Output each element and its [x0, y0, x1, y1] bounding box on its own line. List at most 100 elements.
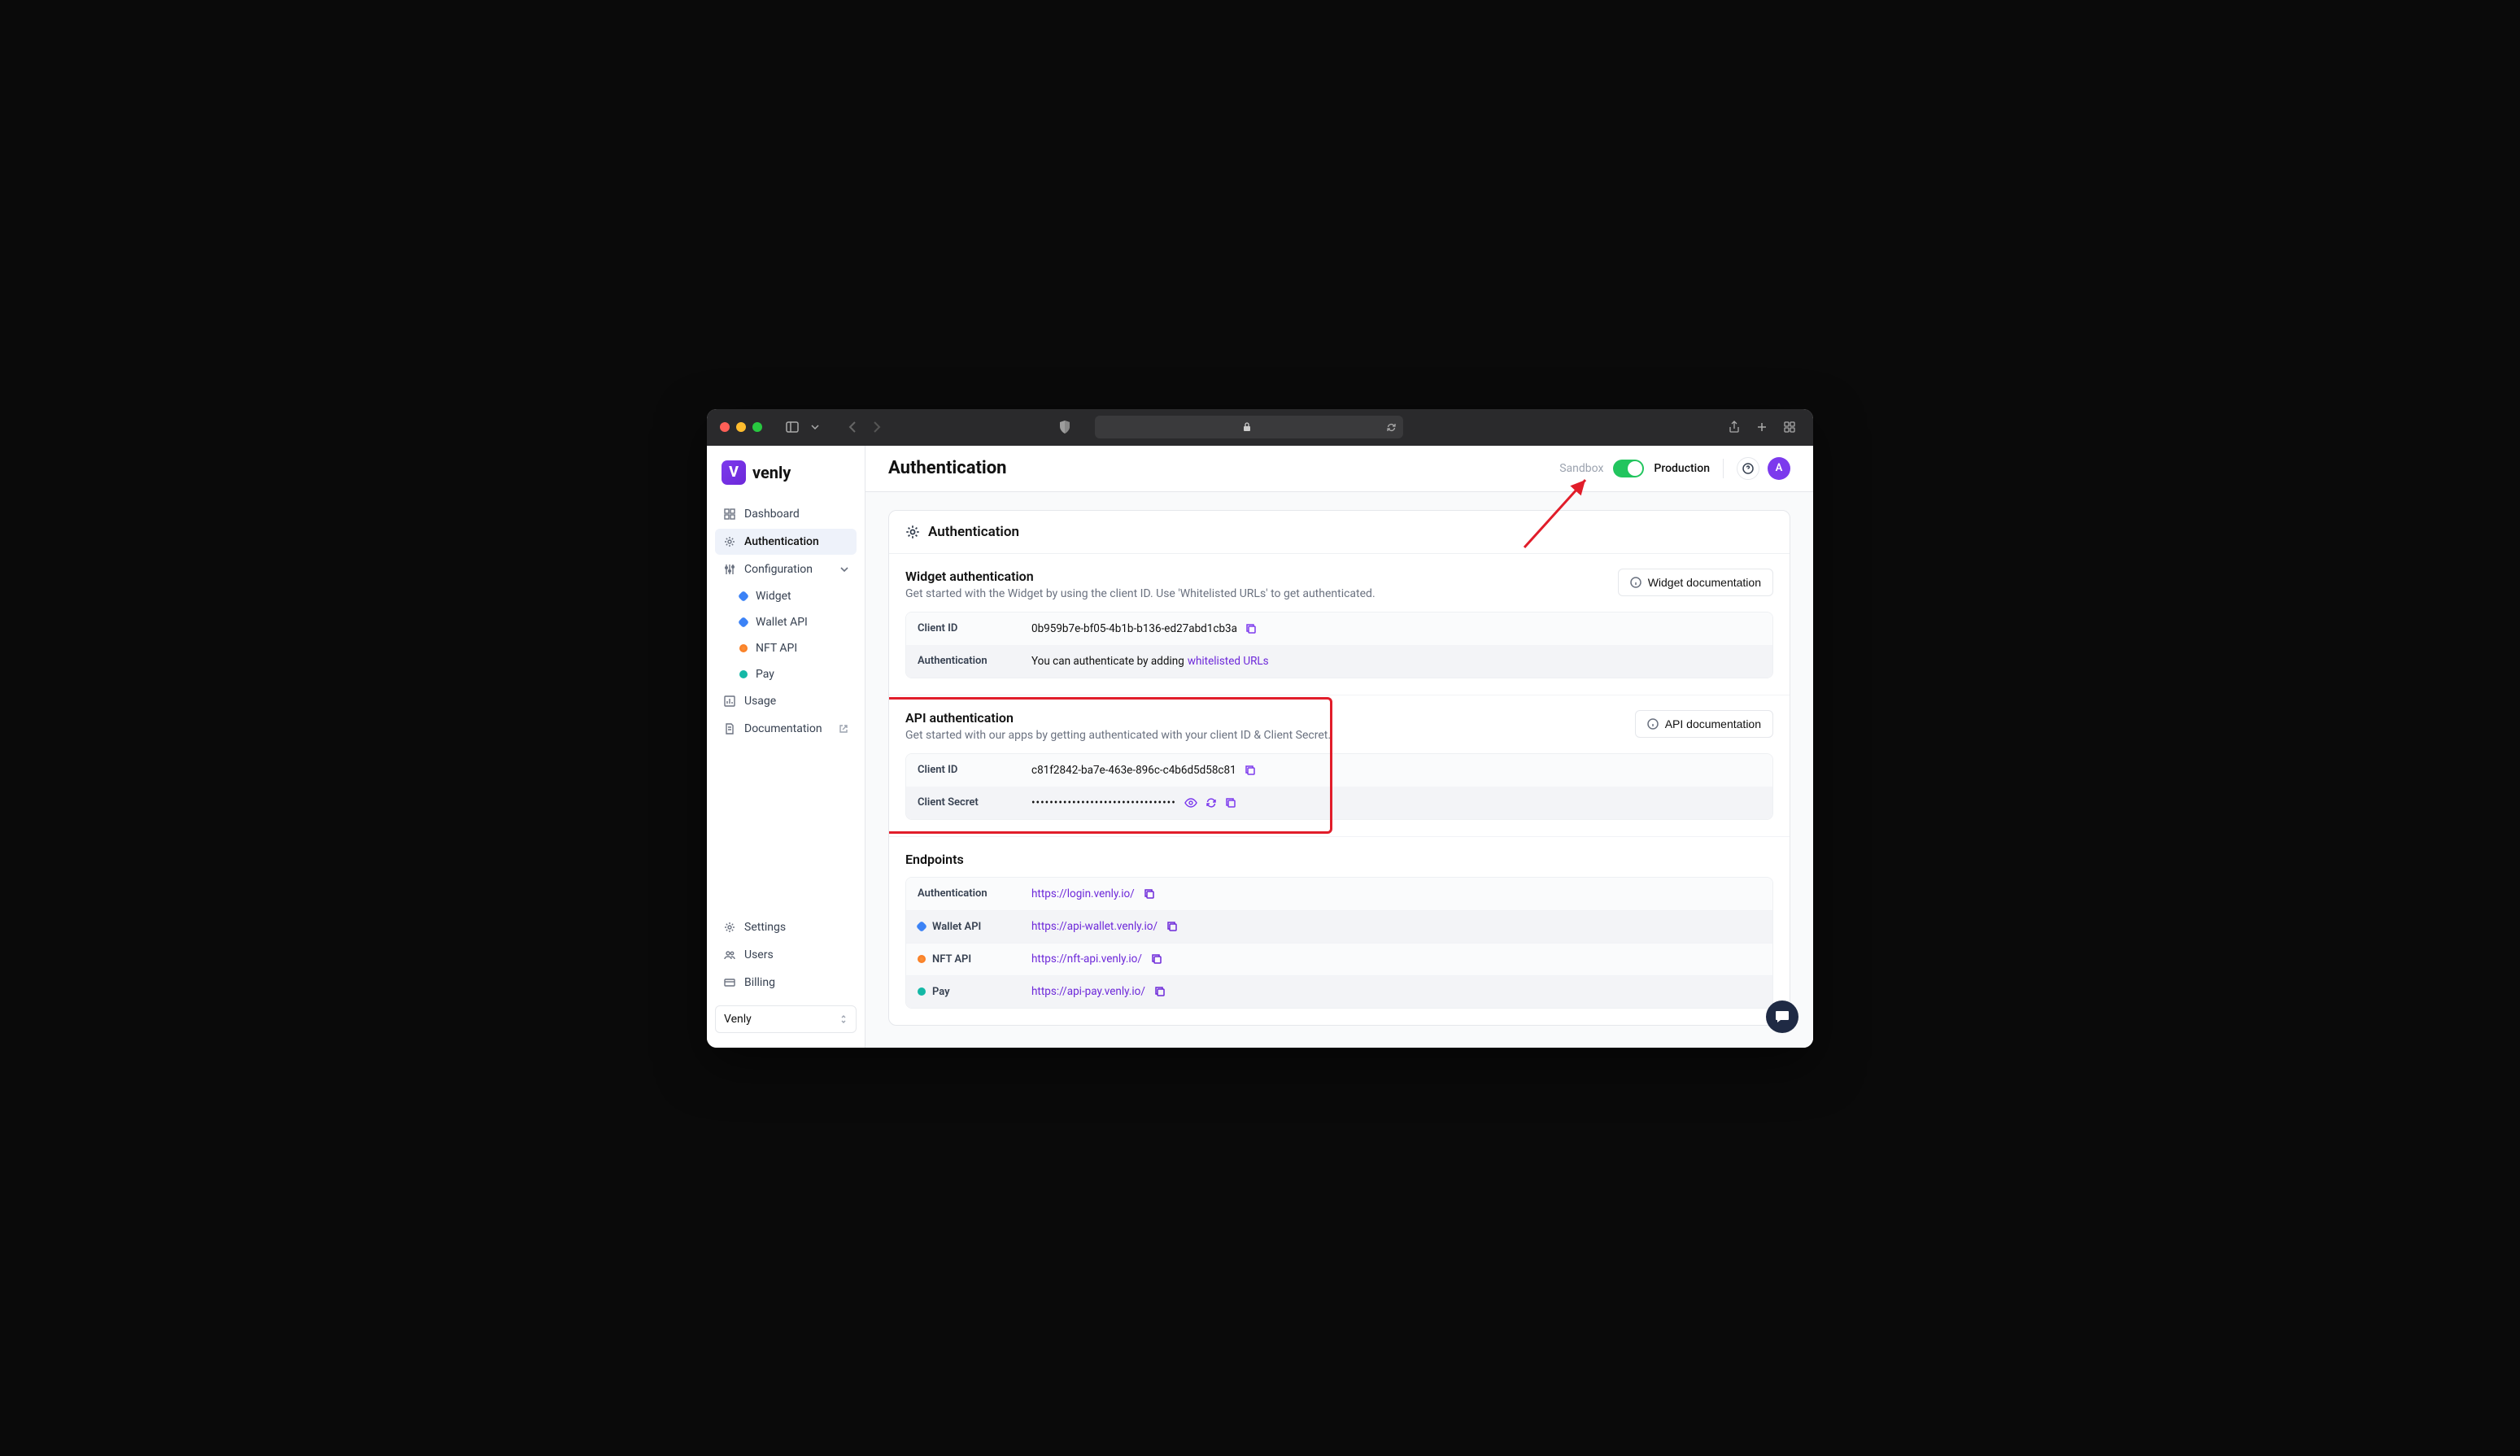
auth-text: You can authenticate by adding — [1031, 655, 1184, 668]
environment-toggle[interactable] — [1613, 460, 1644, 477]
brand-mark-icon: V — [722, 460, 746, 485]
copy-icon[interactable] — [1166, 921, 1178, 932]
brand-logo[interactable]: V venly — [715, 460, 857, 501]
copy-icon[interactable] — [1144, 888, 1155, 900]
copy-icon[interactable] — [1245, 623, 1257, 634]
widget-auth-section: Widget authentication Get started with t… — [889, 554, 1790, 695]
maximize-window-button[interactable] — [752, 422, 762, 432]
chevron-down-icon — [840, 567, 848, 572]
widget-documentation-button[interactable]: Widget documentation — [1618, 569, 1773, 596]
regenerate-icon[interactable] — [1206, 797, 1217, 809]
nav-label: Documentation — [744, 722, 822, 735]
nav-sub-label: Pay — [756, 668, 774, 681]
sidebar-bottom-nav: Settings Users Billing Venly — [715, 914, 857, 1033]
nav-dashboard[interactable]: Dashboard — [715, 501, 857, 527]
nav-label: Billing — [744, 976, 775, 989]
circle-orange-icon — [739, 644, 748, 652]
close-window-button[interactable] — [720, 422, 730, 432]
nav-config-wallet-api[interactable]: Wallet API — [715, 610, 857, 634]
chart-icon — [723, 695, 736, 708]
brand-name: venly — [752, 463, 791, 482]
info-icon — [1647, 718, 1659, 730]
nav-documentation[interactable]: Documentation — [715, 716, 857, 742]
nav-config-pay[interactable]: Pay — [715, 662, 857, 687]
copy-icon[interactable] — [1154, 986, 1166, 997]
nav-usage[interactable]: Usage — [715, 688, 857, 714]
nav-users[interactable]: Users — [715, 942, 857, 968]
nav-forward-button[interactable] — [866, 416, 887, 438]
nav-label: Users — [744, 948, 774, 961]
table-row: Client Secret ••••••••••••••••••••••••••… — [906, 787, 1772, 819]
circle-orange-icon — [918, 955, 926, 963]
button-label: API documentation — [1665, 717, 1761, 730]
row-key: Client Secret — [906, 788, 1020, 817]
endpoints-table: Authentication https://login.venly.io/ W… — [905, 877, 1773, 1009]
nav-authentication[interactable]: Authentication — [715, 529, 857, 555]
section-title: Endpoints — [905, 852, 1773, 867]
environment-switch: Sandbox Production — [1559, 460, 1710, 477]
whitelisted-urls-link[interactable]: whitelisted URLs — [1188, 655, 1269, 668]
users-icon — [723, 948, 736, 961]
sidebar: V venly Dashboard Authentication — [707, 446, 865, 1048]
api-documentation-button[interactable]: API documentation — [1635, 710, 1773, 738]
table-row: Authentication https://login.venly.io/ — [906, 878, 1772, 910]
chat-widget-button[interactable] — [1766, 1000, 1798, 1033]
gear-icon — [723, 535, 736, 548]
sliders-icon — [723, 563, 736, 576]
new-tab-icon[interactable] — [1751, 416, 1772, 438]
chevron-down-icon[interactable] — [804, 416, 826, 438]
nav-label: Dashboard — [744, 508, 800, 521]
endpoint-label: Wallet API — [932, 921, 981, 933]
table-row: Client ID 0b959b7e-bf05-4b1b-b136-ed27ab… — [906, 612, 1772, 645]
circle-teal-icon — [918, 987, 926, 996]
privacy-shield-icon[interactable] — [1054, 416, 1075, 438]
section-description: Get started with the Widget by using the… — [905, 587, 1376, 600]
main-content: Authentication Sandbox Production A — [865, 446, 1813, 1048]
row-key: Client ID — [906, 614, 1020, 643]
external-link-icon — [839, 724, 848, 734]
nav-label: Authentication — [744, 535, 819, 548]
credit-card-icon — [723, 976, 736, 989]
circle-teal-icon — [739, 670, 748, 678]
table-row: NFT API https://nft-api.venly.io/ — [906, 943, 1772, 975]
nav-config-widget[interactable]: Widget — [715, 584, 857, 608]
auth-card: Authentication Widget authentication Get… — [888, 510, 1790, 1026]
endpoint-url-link[interactable]: https://nft-api.venly.io/ — [1031, 953, 1142, 966]
reveal-icon[interactable] — [1184, 798, 1197, 808]
endpoint-url-link[interactable]: https://login.venly.io/ — [1031, 887, 1135, 900]
nav-sub-label: Widget — [756, 590, 791, 603]
minimize-window-button[interactable] — [736, 422, 746, 432]
user-avatar[interactable]: A — [1768, 457, 1790, 480]
tab-overview-icon[interactable] — [1779, 416, 1800, 438]
nav-settings[interactable]: Settings — [715, 914, 857, 940]
app-root: V venly Dashboard Authentication — [707, 446, 1813, 1048]
browser-window: V venly Dashboard Authentication — [707, 409, 1813, 1048]
endpoint-url-link[interactable]: https://api-pay.venly.io/ — [1031, 985, 1145, 998]
nav-configuration[interactable]: Configuration — [715, 556, 857, 582]
address-bar[interactable] — [1095, 416, 1402, 438]
nav-label: Configuration — [744, 563, 813, 576]
endpoint-label: NFT API — [932, 953, 971, 966]
share-icon[interactable] — [1724, 416, 1745, 438]
row-key: Authentication — [906, 647, 1020, 675]
nav-config-nft-api[interactable]: NFT API — [715, 636, 857, 660]
copy-icon[interactable] — [1225, 797, 1236, 809]
org-switcher[interactable]: Venly — [715, 1005, 857, 1033]
copy-icon[interactable] — [1245, 765, 1256, 776]
env-production-label: Production — [1654, 462, 1710, 475]
info-icon — [1630, 577, 1641, 588]
org-name: Venly — [724, 1013, 752, 1026]
api-auth-section: API authentication Get started with our … — [889, 695, 1790, 836]
help-button[interactable] — [1737, 457, 1759, 480]
button-label: Widget documentation — [1648, 576, 1761, 589]
nav-billing[interactable]: Billing — [715, 970, 857, 996]
nav-back-button[interactable] — [842, 416, 863, 438]
api-auth-table: Client ID c81f2842-ba7e-463e-896c-c4b6d5… — [905, 753, 1773, 820]
copy-icon[interactable] — [1151, 953, 1162, 965]
client-id-value: 0b959b7e-bf05-4b1b-b136-ed27abd1cb3a — [1031, 622, 1237, 635]
section-description: Get started with our apps by getting aut… — [905, 729, 1331, 742]
reload-icon[interactable] — [1386, 422, 1397, 433]
endpoint-url-link[interactable]: https://api-wallet.venly.io/ — [1031, 920, 1158, 933]
page-header: Authentication Sandbox Production A — [865, 446, 1813, 492]
sidebar-toggle-icon[interactable] — [782, 416, 803, 438]
